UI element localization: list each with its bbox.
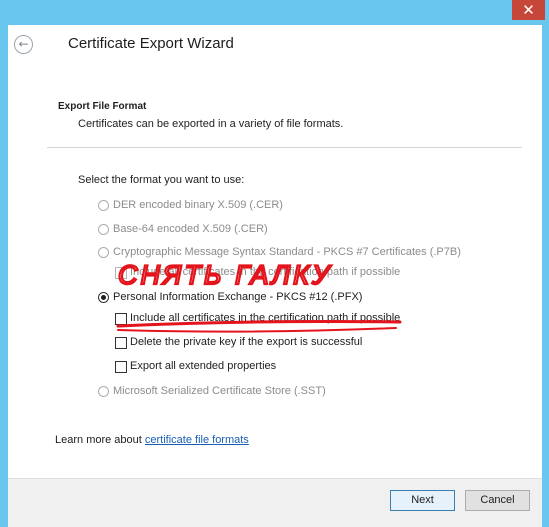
window-frame-right: [542, 25, 549, 527]
format-prompt: Select the format you want to use:: [78, 174, 245, 186]
option-pkcs7-include-label: Include all certificates in the certific…: [130, 266, 401, 278]
close-window-button[interactable]: ✕: [512, 0, 545, 20]
radio-pkcs7: [98, 247, 109, 258]
radio-pfx[interactable]: [98, 292, 109, 303]
option-pfx-include-label: Include all certificates in the certific…: [130, 312, 401, 324]
radio-base64: [98, 224, 109, 235]
learn-more-link[interactable]: certificate file formats: [145, 434, 249, 446]
option-pfx-delete-key-label: Delete the private key if the export is …: [130, 336, 363, 348]
option-sst-label: Microsoft Serialized Certificate Store (…: [113, 385, 326, 397]
wizard-content: Export File Format Certificates can be e…: [8, 65, 542, 478]
back-button[interactable]: ←: [14, 35, 33, 54]
section-description: Certificates can be exported in a variet…: [78, 118, 344, 130]
section-title: Export File Format: [58, 101, 147, 112]
next-button[interactable]: Next: [390, 490, 455, 511]
wizard-footer: Next Cancel: [8, 478, 542, 527]
radio-sst: [98, 386, 109, 397]
learn-more-prefix: Learn more about: [55, 434, 145, 446]
close-icon: ✕: [522, 1, 535, 19]
option-base64-label: Base-64 encoded X.509 (.CER): [113, 223, 268, 235]
checkbox-pkcs7-include: [115, 267, 127, 279]
learn-more: Learn more about certificate file format…: [55, 434, 249, 446]
option-pfx-label: Personal Information Exchange - PKCS #12…: [113, 291, 363, 303]
wizard-header: ← Certificate Export Wizard: [8, 25, 542, 65]
cancel-button[interactable]: Cancel: [465, 490, 530, 511]
checkbox-pfx-include[interactable]: [115, 313, 127, 325]
option-pfx-extended-label: Export all extended properties: [130, 360, 277, 372]
option-der-label: DER encoded binary X.509 (.CER): [113, 199, 283, 211]
option-pkcs7-label: Cryptographic Message Syntax Standard - …: [113, 246, 461, 258]
radio-der: [98, 200, 109, 211]
header-separator: [47, 147, 522, 148]
back-arrow-icon: ←: [18, 37, 29, 51]
checkbox-pfx-delete-key[interactable]: [115, 337, 127, 349]
window-frame-top: ✕: [0, 0, 549, 25]
checkbox-pfx-extended[interactable]: [115, 361, 127, 373]
window-frame-left: [0, 25, 8, 527]
wizard-title: Certificate Export Wizard: [68, 35, 234, 52]
